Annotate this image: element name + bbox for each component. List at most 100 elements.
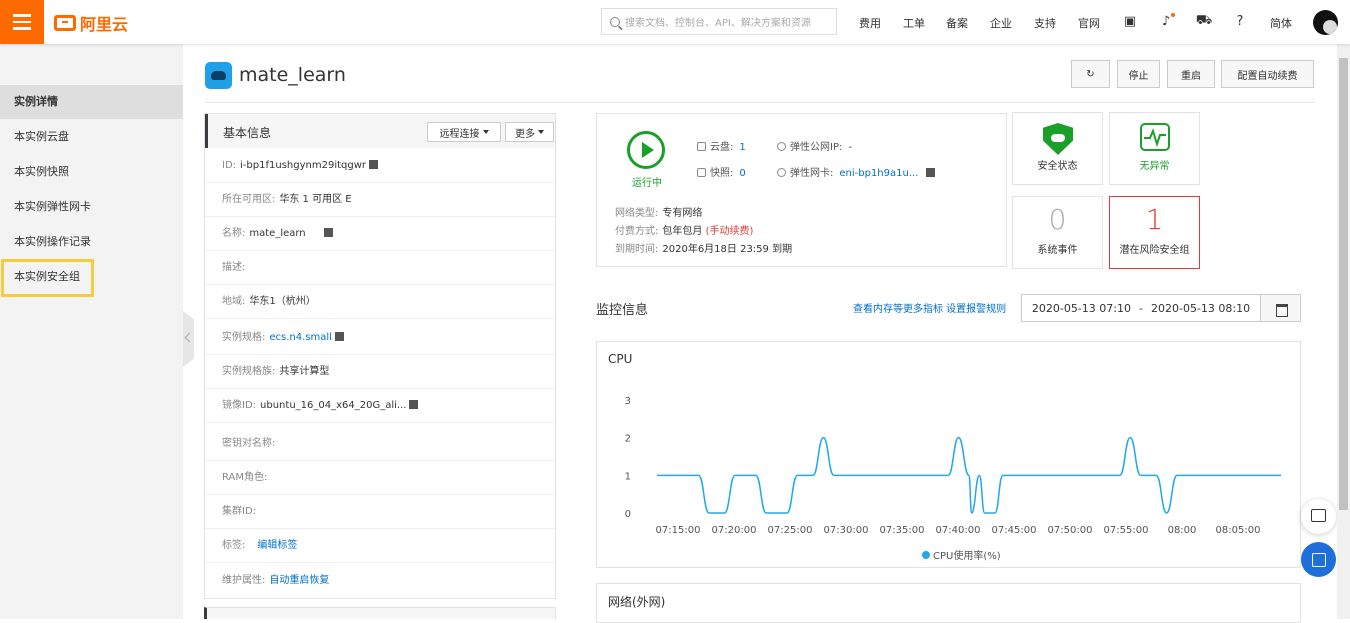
ecs-instance-icon <box>205 62 232 89</box>
meta-label: 付费方式: <box>615 226 659 237</box>
cpu-chart: 0 1 2 3 07:15:00 07:20:00 07:25:00 07:30:00 07:3… <box>625 396 1281 562</box>
apps-grid-icon[interactable] <box>1301 542 1336 577</box>
info-key: 镜像ID: <box>222 400 257 411</box>
status-card: 运行中 云盘: 1 弹性公网IP: - 快照: 0 弹性网卡: eni-bp1h9a1u… <box>596 113 1007 267</box>
edit-tags-link[interactable]: 编辑标签 <box>257 540 297 551</box>
monitor-title: 监控信息 <box>596 303 649 318</box>
date-to: 2020-05-13 08:10 <box>1150 301 1251 315</box>
nav-enterprise[interactable]: 企业 <box>990 15 1012 31</box>
more-button[interactable]: 更多 <box>505 122 554 142</box>
auto-restart-link[interactable]: 自动重启恢复 <box>269 575 329 586</box>
terminal-icon[interactable]: ▣ <box>1121 12 1139 30</box>
copy-icon[interactable] <box>369 160 378 169</box>
auto-renew-button[interactable]: 配置自动续费 <box>1221 60 1314 88</box>
stop-button[interactable]: 停止 <box>1117 60 1160 88</box>
info-key: 地域: <box>222 296 246 307</box>
copy-icon[interactable] <box>926 168 936 177</box>
nav-official[interactable]: 官网 <box>1078 15 1100 31</box>
disk-count-link[interactable]: 1 <box>739 142 745 153</box>
system-events-count: 0 <box>1048 203 1067 236</box>
copy-icon[interactable] <box>334 332 344 341</box>
info-value: 共享计算型 <box>279 366 330 377</box>
nav-billing[interactable]: 费用 <box>859 15 881 31</box>
avatar[interactable] <box>1313 10 1338 35</box>
info-row-desc: 描述: <box>205 251 555 285</box>
y-tick-label: 3 <box>625 396 631 407</box>
y-tick-label: 1 <box>625 471 631 482</box>
pulse-line <box>1144 128 1166 148</box>
scrollbar[interactable] <box>1337 44 1350 619</box>
hamburger-menu-icon[interactable] <box>0 0 44 44</box>
cpu-chart-card: CPU 0 1 2 3 07:15:00 07:20:00 07:25:00 07:30:00… <box>596 341 1301 568</box>
risk-security-group-tile[interactable]: 1 潜在风险安全组 <box>1109 196 1200 269</box>
legend-marker[interactable] <box>922 551 930 559</box>
edit-icon[interactable] <box>323 228 333 237</box>
network-chart-title: 网络(外网) <box>608 595 666 609</box>
aliyun-logo-icon <box>54 15 76 31</box>
spec-link[interactable]: ecs.n4.small <box>269 332 332 343</box>
chat-icon[interactable] <box>1301 499 1336 534</box>
play-circle-icon <box>627 131 665 169</box>
aliyun-logo[interactable]: 阿里云 <box>54 11 128 35</box>
y-tick-label: 2 <box>625 434 631 445</box>
help-icon[interactable]: ? <box>1231 12 1249 30</box>
eni-link[interactable]: eni-bp1h9a1u... <box>839 168 918 179</box>
date-range-picker[interactable]: 2020-05-13 07:10 - 2020-05-13 08:10 <box>1021 294 1261 322</box>
date-from: 2020-05-13 07:10 <box>1031 301 1131 315</box>
x-tick-label: 07:25:00 <box>768 525 813 536</box>
snapshot-count-link[interactable]: 0 <box>739 168 745 179</box>
calendar-icon[interactable] <box>1260 294 1301 322</box>
info-row-zone: 所在可用区: 华东 1 可用区 E <box>205 183 555 217</box>
basic-info-header: 基本信息 远程连接 更多 <box>205 114 555 148</box>
copy-icon[interactable] <box>409 400 419 409</box>
monitor-links[interactable]: 查看内存等更多指标 设置报警规则 <box>853 300 1006 315</box>
meta-label: 到期时间: <box>615 244 659 255</box>
pay-type: 付费方式: 包年包月 (手动续费) <box>615 222 753 237</box>
remote-connect-label: 远程连接 <box>439 128 480 140</box>
search-placeholder: 搜索文档、控制台、API、解决方案和资源 <box>625 18 811 29</box>
no-anomaly-tile[interactable]: 无异常 <box>1109 112 1200 185</box>
sidebar-item-operation-log[interactable]: 本实例操作记录 <box>0 225 183 259</box>
search-box[interactable]: 搜索文档、控制台、API、解决方案和资源 <box>601 8 837 35</box>
system-events-tile[interactable]: 0 系统事件 <box>1012 196 1103 269</box>
risk-count: 1 <box>1145 203 1164 236</box>
restart-button[interactable]: 重启 <box>1167 60 1215 88</box>
x-tick-label: 07:20:00 <box>712 525 757 536</box>
info-row-spec: 实例规格: ecs.n4.small <box>205 321 555 355</box>
security-state-tile[interactable]: 安全状态 <box>1012 112 1103 185</box>
info-key: 实例规格族: <box>222 366 276 377</box>
sidebar-item-instance-detail[interactable]: 实例详情 <box>0 85 183 119</box>
cart-icon[interactable]: ⛟ <box>1195 12 1213 30</box>
legend-label[interactable]: CPU使用率(%) <box>933 549 1001 562</box>
info-key: 所在可用区: <box>222 194 276 205</box>
x-tick-label: 07:30:00 <box>824 525 869 536</box>
sidebar-item-eni[interactable]: 本实例弹性网卡 <box>0 190 183 224</box>
info-value: 华东1（杭州） <box>249 296 316 307</box>
eip-icon <box>777 142 786 151</box>
highlight-box <box>1 259 94 297</box>
sidebar-item-snapshots[interactable]: 本实例快照 <box>0 155 183 189</box>
basic-info-title: 基本信息 <box>223 126 272 140</box>
language-switch[interactable]: 简体 <box>1270 15 1292 31</box>
cpu-series-line <box>656 436 1281 514</box>
scrollbar-thumb[interactable] <box>1339 58 1348 510</box>
refresh-button[interactable]: ↻ <box>1071 60 1110 88</box>
info-row-name: 名称: mate_learn <box>205 217 555 251</box>
sidebar-item-disks[interactable]: 本实例云盘 <box>0 120 183 154</box>
x-tick-label: 07:40:00 <box>936 525 981 536</box>
info-key: 实例规格: <box>222 332 266 343</box>
nav-filing[interactable]: 备案 <box>946 15 968 31</box>
next-panel-header <box>204 607 556 619</box>
x-tick-label: 07:15:00 <box>656 525 701 536</box>
info-key: 维护属性: <box>222 575 266 586</box>
network-type: 网络类型: 专有网络 <box>615 204 702 219</box>
snapshot-label: 快照: <box>710 168 734 179</box>
meta-value: 2020年6月18日 23:59 到期 <box>662 244 793 255</box>
info-row-cluster: 集群ID: <box>205 495 555 529</box>
y-tick-label: 0 <box>625 509 631 520</box>
remote-connect-button[interactable]: 远程连接 <box>427 122 501 142</box>
sidebar-toggle-handle[interactable] <box>183 311 194 367</box>
network-chart-card: 网络(外网) <box>596 583 1301 623</box>
nav-ticket[interactable]: 工单 <box>903 15 925 31</box>
nav-support[interactable]: 支持 <box>1034 15 1056 31</box>
